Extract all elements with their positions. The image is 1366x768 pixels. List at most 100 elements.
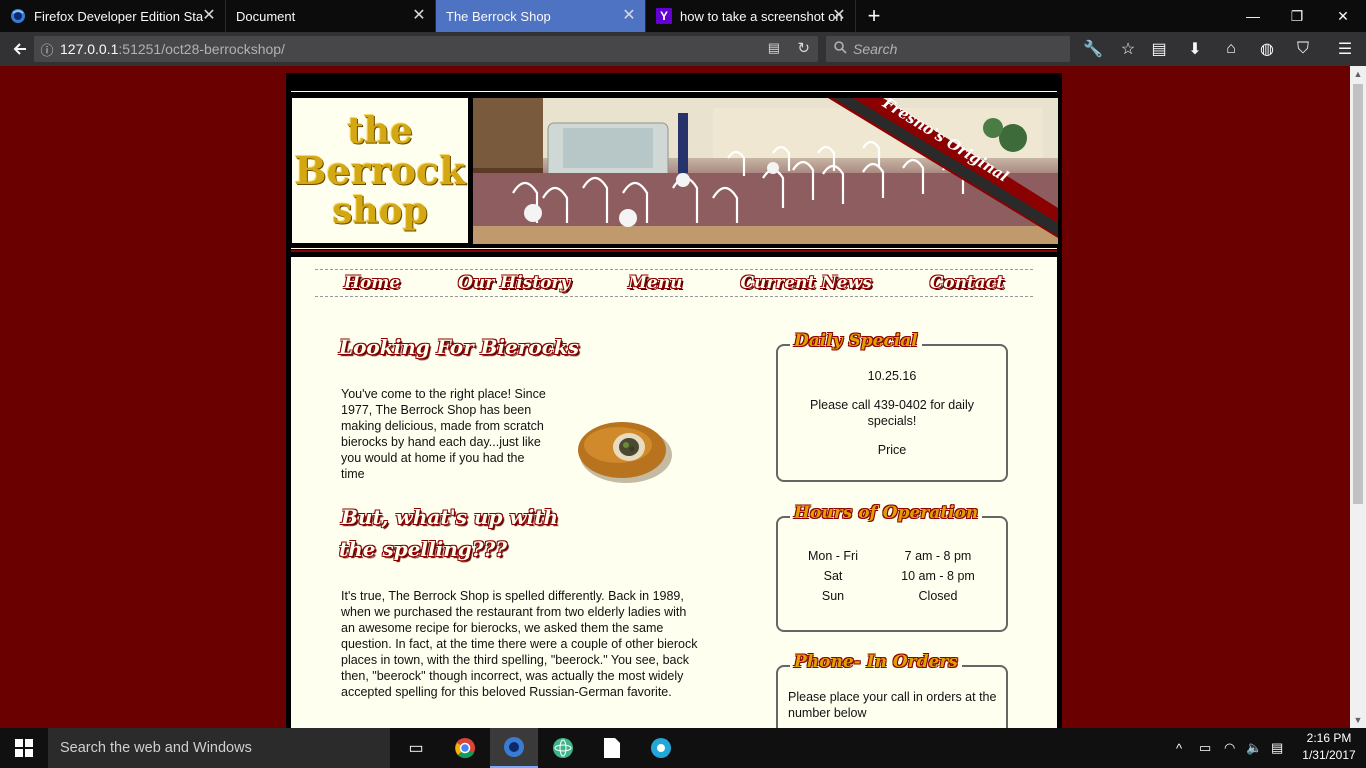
- notifications-icon[interactable]: ▤: [1271, 728, 1283, 768]
- app-icon[interactable]: [637, 728, 685, 768]
- logo-line-3: shop: [332, 189, 428, 232]
- home-icon[interactable]: ⌂: [1217, 35, 1245, 63]
- hours-day: Mon - Fri: [808, 549, 858, 563]
- banner-image: Fresno's Original: [473, 98, 1058, 244]
- taskbar-search[interactable]: Search the web and Windows: [48, 728, 390, 768]
- hours-title: Hours of Operation: [790, 503, 983, 523]
- hours-time: 10 am - 8 pm: [901, 569, 975, 583]
- vertical-scrollbar[interactable]: ▲ ▼: [1350, 66, 1366, 728]
- nav-bar: ⓘ 127.0.0.1:51251/oct28-berrockshop/ ▤ ↻…: [0, 32, 1366, 66]
- search-bar[interactable]: Search: [826, 36, 1070, 62]
- reload-icon[interactable]: ↻: [797, 39, 810, 57]
- scroll-up-arrow-icon[interactable]: ▲: [1350, 66, 1366, 82]
- phone-orders-title: Phone- In Orders: [790, 652, 962, 672]
- devtools-icon[interactable]: ◍: [1253, 35, 1281, 63]
- wrench-icon[interactable]: 🔧: [1079, 35, 1107, 63]
- daily-special-text: Please call 439-0402 for daily specials!: [810, 398, 974, 428]
- hours-row: Mon - Fri 7 am - 8 pm: [788, 546, 998, 566]
- url-path: :51251/oct28-berrockshop/: [118, 41, 285, 57]
- start-button[interactable]: [0, 728, 48, 768]
- maximize-button[interactable]: ❐: [1274, 0, 1320, 32]
- tab-document[interactable]: Document ✕: [226, 0, 436, 32]
- clock-date: 1/31/2017: [1302, 748, 1356, 762]
- back-arrow-icon: [13, 43, 26, 55]
- close-icon[interactable]: ✕: [201, 8, 217, 24]
- logo-line-1: the: [347, 109, 413, 152]
- divider: [291, 250, 1057, 252]
- reader-view-icon[interactable]: ▤: [768, 40, 780, 56]
- file-icon[interactable]: [588, 728, 636, 768]
- tab-label: how to take a screenshot on: [680, 8, 843, 24]
- main-menu: Home Our History Menu Current News Conta…: [315, 269, 1033, 297]
- clock-time: 2:16 PM: [1306, 731, 1352, 745]
- tab-yahoo-search[interactable]: Y how to take a screenshot on ✕: [646, 0, 856, 32]
- daily-special-box: Daily Special 10.25.16 Please call 439-0…: [776, 331, 1008, 482]
- menu-icon[interactable]: ☰: [1331, 35, 1359, 63]
- close-icon[interactable]: ✕: [831, 8, 847, 24]
- heading-looking-for-bierocks: Looking For Bierocks: [339, 335, 580, 359]
- divider: [291, 91, 1057, 92]
- site-logo[interactable]: the Berrock shop: [291, 97, 469, 244]
- back-button[interactable]: [6, 35, 34, 63]
- hours-box: Hours of Operation Mon - Fri 7 am - 8 pm…: [776, 503, 1008, 632]
- spelling-paragraph: It's true, The Berrock Shop is spelled d…: [341, 589, 698, 699]
- menu-item-home[interactable]: Home: [344, 273, 400, 293]
- show-hidden-icons[interactable]: ^: [1176, 728, 1182, 768]
- menu-item-our-history[interactable]: Our History: [458, 273, 570, 293]
- tab-firefox-dev[interactable]: Firefox Developer Edition Sta ✕: [0, 0, 226, 32]
- download-icon[interactable]: ⬇: [1181, 35, 1209, 63]
- task-view-icon[interactable]: ▭: [392, 728, 440, 768]
- minimize-button[interactable]: —: [1230, 0, 1276, 32]
- system-clock[interactable]: 2:16 PM 1/31/2017: [1296, 730, 1362, 764]
- phone-orders-text: Please place your call in orders at the …: [788, 690, 997, 720]
- site-container: the Berrock shop Fresno's Original Home …: [286, 73, 1062, 728]
- menu-item-current-news[interactable]: Current News: [740, 273, 871, 293]
- scrollbar-thumb[interactable]: [1353, 84, 1363, 504]
- heading-spelling-line1: But, what's up with: [341, 505, 558, 529]
- pocket-icon[interactable]: ⛉: [1289, 35, 1317, 63]
- daily-special-title: Daily Special: [790, 331, 922, 351]
- close-icon[interactable]: ✕: [411, 8, 427, 24]
- hours-day: Sun: [821, 589, 845, 603]
- tab-berrock-shop[interactable]: The Berrock Shop ✕: [436, 0, 646, 32]
- library-icon[interactable]: ▤: [1145, 35, 1173, 63]
- content-panel: Home Our History Menu Current News Conta…: [291, 257, 1057, 728]
- hours-row: Sat 10 am - 8 pm: [788, 566, 998, 586]
- hours-table: Mon - Fri 7 am - 8 pm Sat 10 am - 8 pm S…: [788, 546, 998, 606]
- yahoo-icon: Y: [656, 8, 672, 24]
- logo-line-2: Berrock: [294, 147, 466, 193]
- wifi-icon[interactable]: ◠: [1224, 728, 1235, 768]
- tab-label: The Berrock Shop: [446, 8, 551, 24]
- tab-label: Document: [236, 8, 296, 24]
- menu-item-menu[interactable]: Menu: [628, 273, 682, 293]
- tab-label: Firefox Developer Edition Sta: [34, 8, 204, 24]
- taskbar-search-placeholder: Search the web and Windows: [60, 740, 252, 756]
- atom-icon[interactable]: [539, 728, 587, 768]
- firefox-dev-icon: [10, 8, 26, 24]
- url-host: 127.0.0.1: [60, 41, 119, 57]
- menu-item-contact[interactable]: Contact: [930, 273, 1004, 293]
- hours-time: 7 am - 8 pm: [904, 549, 972, 563]
- tab-bar: Firefox Developer Edition Sta ✕ Document…: [0, 0, 1366, 32]
- windows-taskbar: Search the web and Windows ▭ ^ ▭ ◠ 🔈 ▤ 2…: [0, 728, 1366, 768]
- close-icon[interactable]: ✕: [621, 8, 637, 24]
- phone-orders-box: Phone- In Orders Please place your call …: [776, 652, 1008, 728]
- search-icon: [834, 41, 847, 57]
- volume-icon[interactable]: 🔈: [1246, 728, 1262, 768]
- daily-special-price: Price: [877, 443, 907, 457]
- divider: [291, 248, 1057, 249]
- close-window-button[interactable]: ✕: [1320, 0, 1366, 32]
- bierock-image: [578, 422, 672, 483]
- firefox-dev-taskbar-icon[interactable]: [490, 728, 538, 768]
- page-viewport: the Berrock shop Fresno's Original Home …: [0, 66, 1350, 728]
- chrome-icon[interactable]: [441, 728, 489, 768]
- hours-day: Sat: [823, 569, 843, 583]
- url-bar[interactable]: ⓘ 127.0.0.1:51251/oct28-berrockshop/ ▤ ↻: [34, 36, 818, 62]
- scroll-down-arrow-icon[interactable]: ▼: [1350, 712, 1366, 728]
- bookmark-star-icon[interactable]: ☆: [1114, 35, 1142, 63]
- new-tab-button[interactable]: +: [856, 0, 892, 32]
- windows-logo-icon: [15, 739, 33, 757]
- battery-icon[interactable]: ▭: [1199, 728, 1211, 768]
- restaurant-interior-image: Fresno's Original: [473, 98, 1058, 244]
- info-icon[interactable]: ⓘ: [34, 40, 60, 59]
